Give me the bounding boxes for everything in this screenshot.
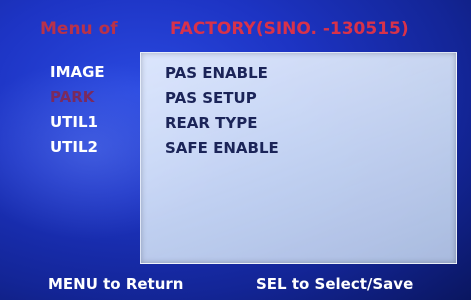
sidebar-menu: IMAGE PARK UTIL1 UTIL2 [50, 60, 140, 160]
submenu-list: PAS ENABLE PAS SETUP REAR TYPE SAFE ENAB… [165, 61, 279, 161]
osd-menu-screen: Menu of FACTORY(SINO. -130515) IMAGE PAR… [0, 0, 471, 300]
menu-return-hint: MENU to Return [48, 275, 184, 293]
submenu-item-pas-enable[interactable]: PAS ENABLE [165, 61, 279, 86]
submenu-item-safe-enable[interactable]: SAFE ENABLE [165, 136, 279, 161]
sidebar-item-image[interactable]: IMAGE [50, 60, 140, 85]
submenu-item-pas-setup[interactable]: PAS SETUP [165, 86, 279, 111]
menu-title-value: FACTORY(SINO. -130515) [170, 19, 409, 39]
sidebar-item-util2[interactable]: UTIL2 [50, 135, 140, 160]
submenu-panel: PAS ENABLE PAS SETUP REAR TYPE SAFE ENAB… [140, 52, 457, 264]
sidebar-item-util1[interactable]: UTIL1 [50, 110, 140, 135]
footer-hints: MENU to Return SEL to Select/Save [0, 270, 471, 298]
submenu-item-rear-type[interactable]: REAR TYPE [165, 111, 279, 136]
sidebar-item-park[interactable]: PARK [50, 85, 140, 110]
menu-title-row: Menu of FACTORY(SINO. -130515) [0, 16, 471, 44]
menu-title-label: Menu of [40, 19, 118, 39]
select-save-hint: SEL to Select/Save [256, 275, 414, 293]
